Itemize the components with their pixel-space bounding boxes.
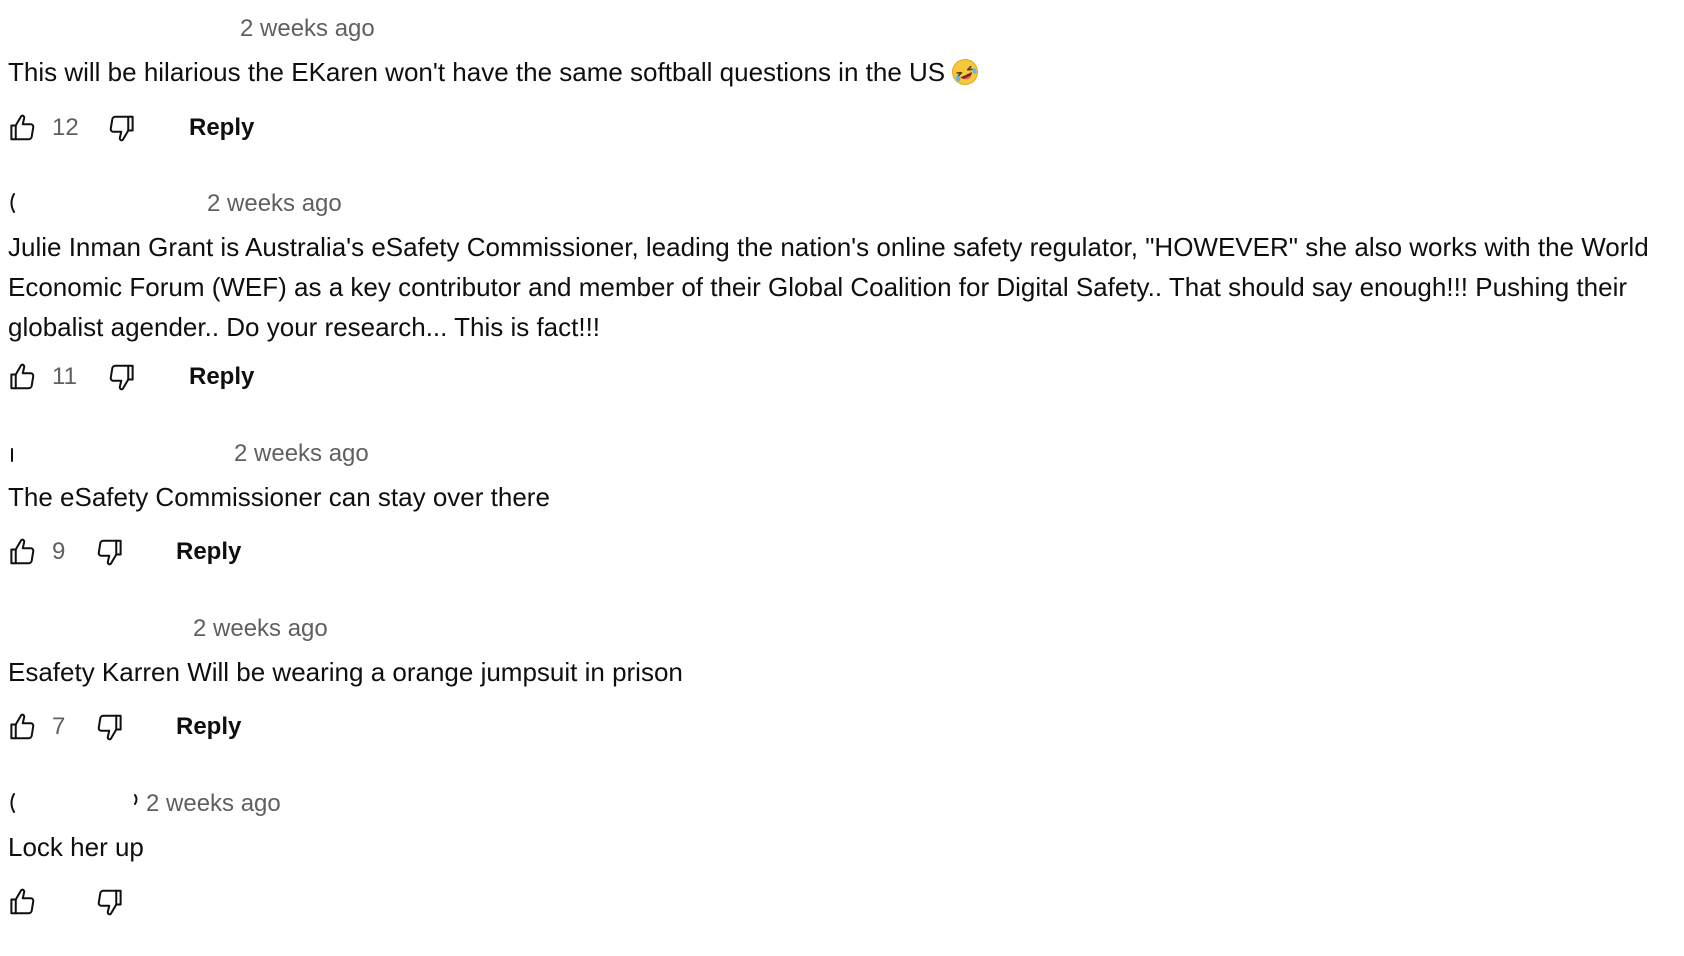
thumbs-down-icon — [97, 889, 122, 916]
comment-text: Julie Inman Grant is Australia's eSafety… — [8, 232, 1649, 342]
comment-text-wrapper: This will be hilarious the EKaren won't … — [8, 52, 1672, 92]
like-button[interactable] — [2, 703, 42, 751]
dislike-button[interactable] — [90, 878, 130, 926]
author-name-fragment — [8, 191, 16, 215]
dislike-button[interactable] — [102, 353, 142, 401]
thumbs-down-icon — [109, 115, 134, 142]
rolling-on-floor-laughing-emoji-icon — [951, 57, 979, 85]
author-name-fragment — [8, 791, 16, 815]
like-count: 12 — [52, 114, 79, 141]
thumbs-up-icon — [10, 888, 35, 915]
comment-timestamp[interactable]: 2 weeks ago — [240, 12, 375, 46]
thumbs-down-icon — [97, 539, 122, 566]
thumbs-up-icon — [10, 114, 35, 141]
dislike-button[interactable] — [90, 528, 130, 576]
comment-timestamp[interactable]: 2 weeks ago — [207, 187, 342, 221]
like-count: 9 — [52, 538, 66, 565]
comment-text: The eSafety Commissioner can stay over t… — [8, 482, 550, 512]
thumbs-down-icon — [97, 714, 122, 741]
comment-timestamp[interactable]: 2 weeks ago — [234, 437, 369, 471]
dislike-button[interactable] — [90, 703, 130, 751]
reply-button[interactable]: Reply — [189, 104, 254, 152]
comment-text: Esafety Karren Will be wearing a orange … — [8, 657, 683, 687]
like-button[interactable] — [2, 104, 42, 152]
thumbs-up-icon — [10, 363, 35, 390]
like-button[interactable] — [2, 353, 42, 401]
reply-button[interactable]: Reply — [189, 353, 254, 401]
like-button[interactable] — [2, 528, 42, 576]
comment-text: This will be hilarious the EKaren won't … — [8, 57, 946, 87]
author-name-fragment — [132, 791, 140, 815]
comment-timestamp[interactable]: 2 weeks ago — [193, 612, 328, 646]
dislike-button[interactable] — [102, 104, 142, 152]
reply-button[interactable]: Reply — [176, 528, 241, 576]
like-count: 11 — [52, 363, 77, 390]
like-count: 7 — [52, 713, 66, 740]
author-name-fragment — [8, 441, 16, 465]
like-button[interactable] — [2, 878, 42, 926]
reply-button[interactable]: Reply — [176, 703, 241, 751]
thumbs-up-icon — [10, 538, 35, 565]
comment-text: Lock her up — [8, 832, 144, 862]
comment-timestamp[interactable]: 2 weeks ago — [146, 787, 281, 821]
thumbs-up-icon — [10, 713, 35, 740]
thumbs-down-icon — [109, 364, 134, 391]
